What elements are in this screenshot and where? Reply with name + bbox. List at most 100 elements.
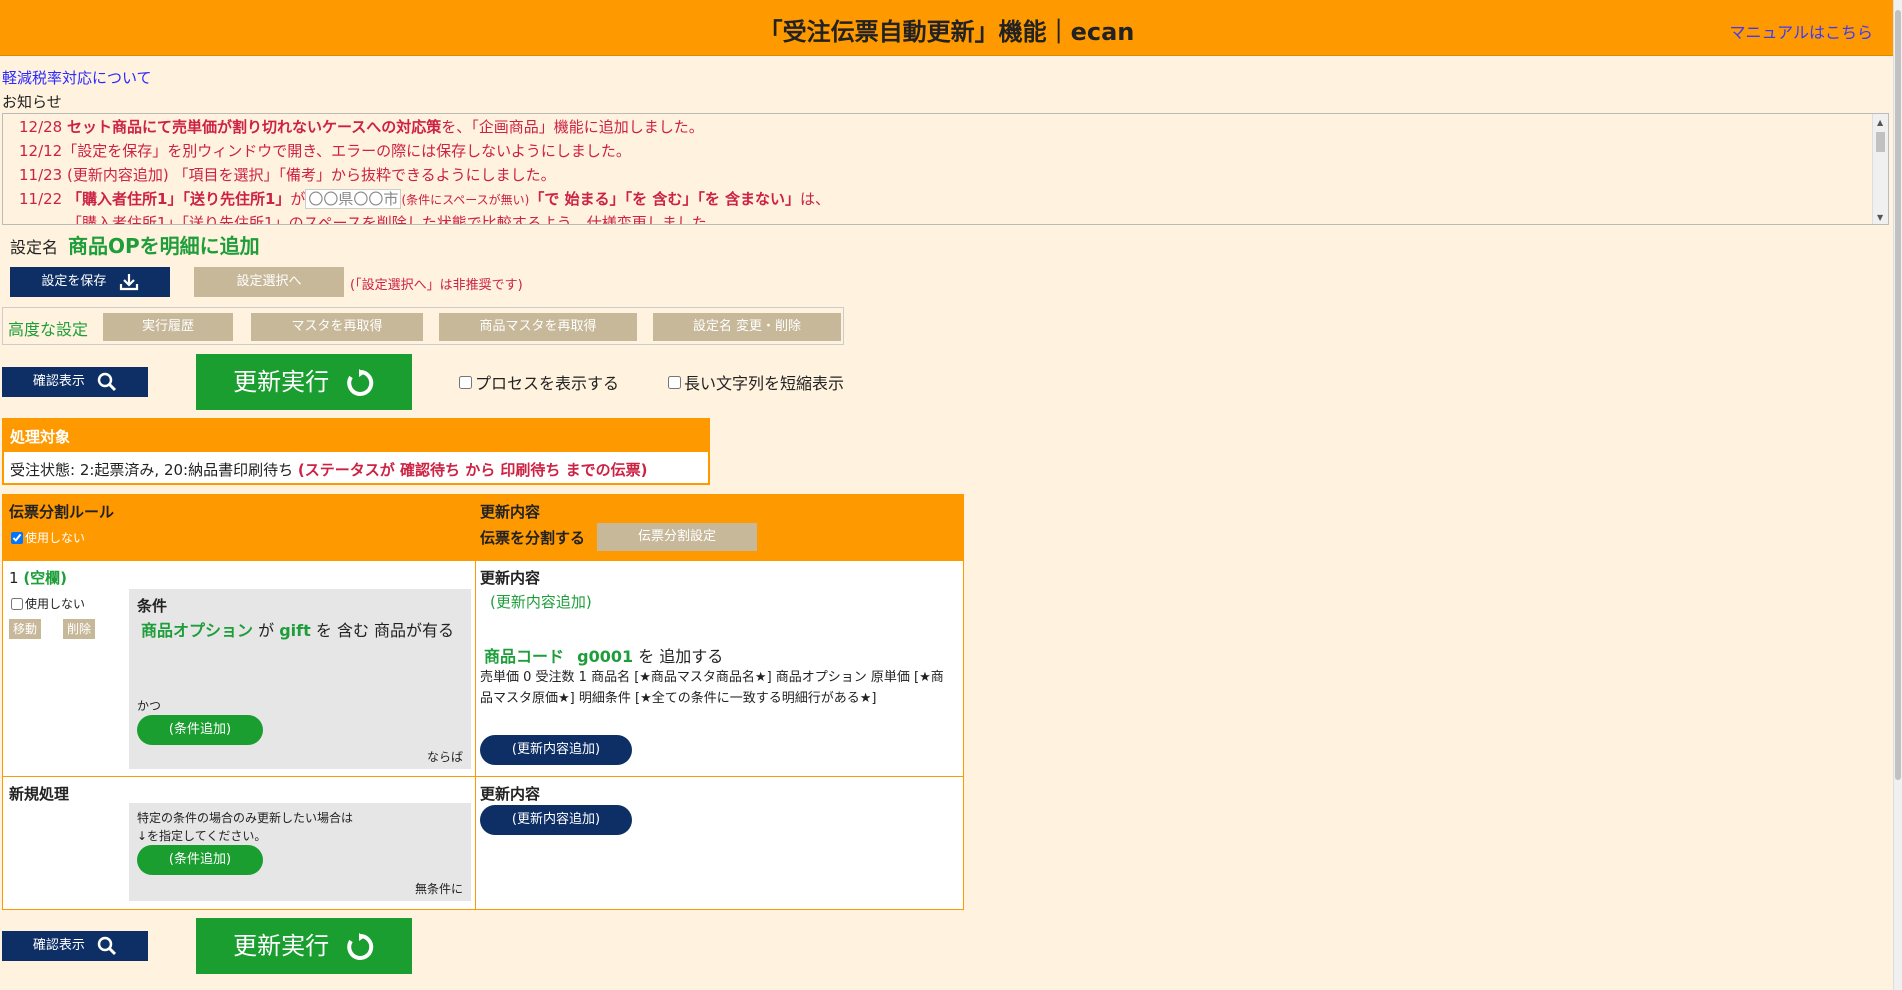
notice-box[interactable]: 12/28 セット商品にて売単価が割り切れないケースへの対応策を、「企画商品」機… — [2, 113, 1889, 225]
confirm-view-button[interactable]: 確認表示 — [2, 367, 148, 397]
split-rule-heading: 伝票分割ルール — [9, 503, 115, 521]
rule1-update-cell: 更新内容 (更新内容追加) 商品コード g0001 を 追加する 売単価 0 受… — [476, 561, 963, 777]
new-add-condition-button[interactable]: (条件追加) — [137, 845, 263, 875]
advanced-settings-bar: 高度な設定 実行履歴 マスタを再取得 商品マスタを再取得 設定名 変更・削除 — [2, 307, 844, 345]
update-operator: を 追加する — [638, 647, 724, 666]
shorten-text-label: 長い文字列を短縮表示 — [684, 374, 845, 393]
scroll-down-icon[interactable]: ▼ — [1877, 213, 1883, 222]
page-title: 「受注伝票自動更新」機能｜ecan — [758, 18, 1135, 46]
rules-table-header: 伝票分割ルール 使用しない 更新内容 伝票を分割する 伝票分割設定 — [3, 495, 963, 561]
refresh-icon — [347, 933, 373, 960]
split-rule-unused-option[interactable]: 使用しない — [11, 529, 85, 546]
rename-delete-button[interactable]: 設定名 変更・削除 — [653, 313, 841, 341]
refetch-master-button[interactable]: マスタを再取得 — [251, 313, 423, 341]
rule1-unused-checkbox[interactable] — [11, 597, 23, 610]
page-scrollbar-thumb[interactable] — [1895, 10, 1901, 780]
save-settings-label: 設定を保存 — [41, 274, 107, 289]
condition-field: 商品オプション — [141, 621, 254, 640]
notice-date: 11/22 — [19, 190, 63, 208]
notice-small: (条件にスペースが無い) — [401, 193, 530, 207]
rule1-name[interactable]: (空欄) — [23, 569, 67, 587]
split-rule-unused-checkbox[interactable] — [11, 531, 23, 544]
notice-text: が — [290, 190, 306, 208]
split-label: 伝票を分割する — [480, 529, 586, 547]
select-settings-button[interactable]: 設定選択へ — [194, 267, 344, 297]
confirm-view-button-bottom[interactable]: 確認表示 — [2, 931, 148, 961]
new-update-heading: 更新内容 — [480, 785, 541, 803]
setting-name-value: 商品OPを明細に追加 — [68, 234, 260, 258]
confirm-view-label: 確認表示 — [32, 938, 85, 953]
run-update-button-bottom[interactable]: 更新実行 — [196, 918, 412, 974]
select-settings-note: (「設定選択へ」は非推奨です) — [350, 278, 523, 293]
rule1-unused-option[interactable]: 使用しない — [11, 595, 85, 612]
condition-value: gift — [279, 621, 311, 640]
show-process-option[interactable]: プロセスを表示する — [459, 370, 619, 394]
split-rule-unused-label: 使用しない — [25, 531, 86, 545]
update-heading: 更新内容 — [480, 503, 541, 521]
notice-text: を、「企画商品」機能に追加しました。 — [441, 118, 704, 136]
page-header: 「受注伝票自動更新」機能｜ecan マニュアルはこちら — [0, 0, 1893, 56]
split-settings-button[interactable]: 伝票分割設定 — [597, 523, 757, 551]
processing-target-body: 受注状態: 2:起票済み, 20:納品書印刷待ち (ステータスが 確認待ち から… — [4, 452, 708, 487]
download-icon — [119, 273, 138, 290]
notice-text: は、 — [800, 190, 831, 208]
rule1-title: 1 (空欄) — [9, 567, 67, 588]
rule1-condition-area: 条件 商品オプション が gift を 含む 商品が有る かつ (条件追加) な… — [129, 589, 471, 769]
new-update-cell: 更新内容 (更新内容追加) — [476, 777, 963, 909]
notice-line: 12/28 セット商品にて売単価が割り切れないケースへの対応策を、「企画商品」機… — [19, 116, 704, 137]
update-value: g0001 — [577, 647, 634, 666]
rules-table: 伝票分割ルール 使用しない 更新内容 伝票を分割する 伝票分割設定 1 (空欄)… — [2, 494, 964, 910]
rule1-number: 1 — [9, 569, 19, 587]
notice-scrollbar[interactable]: ▲ ▼ — [1872, 114, 1888, 224]
processing-target-box: 処理対象 受注状態: 2:起票済み, 20:納品書印刷待ち (ステータスが 確認… — [2, 418, 710, 485]
condition-expression[interactable]: 商品オプション が gift を 含む 商品が有る — [141, 617, 454, 641]
notice-scrollbar-thumb[interactable] — [1876, 132, 1885, 152]
run-update-button[interactable]: 更新実行 — [196, 354, 412, 410]
condition-heading: 条件 — [137, 597, 168, 615]
show-process-checkbox[interactable] — [459, 375, 472, 389]
then-label: ならば — [426, 750, 463, 764]
rule1-update-heading: 更新内容 — [480, 569, 541, 587]
new-note-line1: 特定の条件の場合のみ更新したい場合は — [137, 811, 354, 825]
update-field: 商品コード — [484, 647, 565, 666]
refresh-icon — [347, 369, 373, 396]
scroll-up-icon[interactable]: ▲ — [1877, 118, 1883, 127]
delete-button[interactable]: 削除 — [63, 619, 95, 639]
run-update-label: 更新実行 — [233, 368, 330, 396]
processing-target-heading: 処理対象 — [4, 420, 708, 452]
update-expression[interactable]: 商品コード g0001 を 追加する — [484, 643, 723, 667]
add-update-link[interactable]: (更新内容追加) — [490, 591, 592, 612]
search-icon — [97, 372, 117, 391]
search-icon — [97, 936, 117, 955]
new-condition-area: 特定の条件の場合のみ更新したい場合は ↓を指定してください。 (条件追加) 無条… — [129, 803, 471, 901]
manual-link[interactable]: マニュアルはこちら — [1729, 19, 1873, 43]
notice-example-tag: 〇〇県〇〇市 — [305, 189, 402, 209]
processing-target-text: 受注状態: 2:起票済み, 20:納品書印刷待ち — [10, 461, 294, 479]
history-button[interactable]: 実行履歴 — [103, 313, 233, 341]
notice-line: 11/22 「購入者住所1」「送り先住所1」が 〇〇県〇〇市 (条件にスペースが無い… — [19, 188, 830, 209]
add-update-button[interactable]: (更新内容追加) — [480, 735, 632, 765]
save-settings-button[interactable]: 設定を保存 — [10, 267, 170, 297]
processing-target-highlight: (ステータスが 確認待ち から 印刷待ち までの伝票) — [297, 461, 648, 479]
setting-name-label: 設定名 — [10, 238, 59, 257]
add-condition-button[interactable]: (条件追加) — [137, 715, 263, 745]
notice-bold: 「で 始まる」「を 含む」「を 含まない」 — [529, 190, 801, 208]
page-scrollbar[interactable] — [1893, 0, 1902, 990]
shorten-text-option[interactable]: 長い文字列を短縮表示 — [668, 370, 844, 394]
move-button[interactable]: 移動 — [9, 619, 41, 639]
confirm-view-label: 確認表示 — [32, 374, 85, 389]
unconditional-label: 無条件に — [414, 882, 463, 896]
run-update-label: 更新実行 — [233, 932, 330, 960]
shorten-text-checkbox[interactable] — [668, 375, 681, 389]
new-add-update-button[interactable]: (更新内容追加) — [480, 805, 632, 835]
rule1-unused-label: 使用しない — [25, 597, 86, 611]
notice-line: 12/12「設定を保存」を別ウィンドウで開き、エラーの際には保存しないようにしま… — [19, 142, 631, 160]
new-process-cell: 新規処理 特定の条件の場合のみ更新したい場合は ↓を指定してください。 (条件追… — [3, 777, 476, 909]
refetch-product-master-button[interactable]: 商品マスタを再取得 — [439, 313, 637, 341]
condition-ga: が — [258, 621, 275, 640]
advanced-settings-label: 高度な設定 — [8, 320, 89, 339]
show-process-label: プロセスを表示する — [475, 374, 620, 393]
and-label: かつ — [137, 699, 162, 713]
tax-info-link[interactable]: 軽減税率対応について — [2, 67, 152, 88]
notice-date: 12/28 — [19, 118, 63, 136]
